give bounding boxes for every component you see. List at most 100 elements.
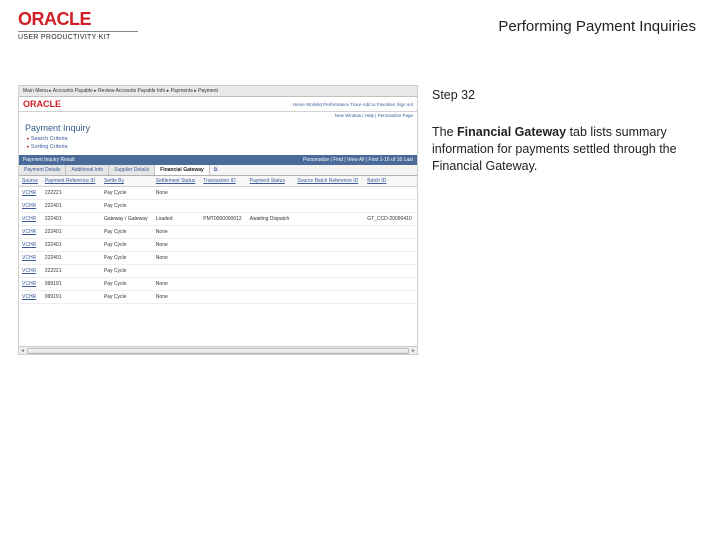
scrollbar-thumb[interactable] xyxy=(27,348,409,354)
grid-title: Payment Inquiry Result xyxy=(23,157,75,163)
instruction-prefix: The xyxy=(432,125,457,139)
table-row: VCHR222221Pay Cycle xyxy=(19,265,417,278)
table-cell: VCHR xyxy=(19,291,42,304)
document-title: Performing Payment Inquiries xyxy=(138,10,702,35)
section-sorting-criteria: Sorting Criteria xyxy=(19,143,417,151)
table-row: VCHR222401Pay CycleNone xyxy=(19,252,417,265)
tab-additional-info[interactable]: Additional Info xyxy=(66,165,109,175)
table-cell: Pay Cycle xyxy=(101,252,153,265)
table-cell xyxy=(364,265,417,278)
table-cell: VCHR xyxy=(19,252,42,265)
table-cell xyxy=(200,200,246,213)
grid-range: First 1-16 of 16 Last xyxy=(369,157,413,163)
tab-row: Payment Details Additional Info Supplier… xyxy=(19,165,417,176)
table-cell xyxy=(153,200,201,213)
app-logo: ORACLE xyxy=(23,99,61,109)
column-header[interactable]: Source xyxy=(19,176,42,187)
table-cell xyxy=(247,291,295,304)
table-cell: None xyxy=(153,291,201,304)
tab-financial-gateway[interactable]: Financial Gateway xyxy=(155,165,210,175)
table-cell xyxy=(247,265,295,278)
table-cell xyxy=(294,200,364,213)
column-header[interactable]: Batch ID xyxy=(364,176,417,187)
brand-name: ORACLE xyxy=(18,10,138,28)
grid-tools: Personalize | Find | View All | xyxy=(303,157,367,163)
column-header[interactable]: Payment Status xyxy=(247,176,295,187)
table-cell xyxy=(364,239,417,252)
table-cell: Pay Cycle xyxy=(101,265,153,278)
table-cell xyxy=(200,291,246,304)
table-cell: VCHR xyxy=(19,187,42,200)
table-cell xyxy=(294,291,364,304)
scroll-right-icon[interactable]: ► xyxy=(411,348,416,354)
scroll-left-icon[interactable]: ◄ xyxy=(20,348,25,354)
table-row: VCHR222401Pay CycleNone xyxy=(19,226,417,239)
results-table: SourcePayment Reference IDSettle BySettl… xyxy=(19,176,417,304)
table-cell xyxy=(294,226,364,239)
utility-links: New Window | Help | Personalize Page xyxy=(19,112,417,119)
table-cell xyxy=(247,200,295,213)
table-cell: VCHR xyxy=(19,226,42,239)
table-cell: 222401 xyxy=(42,213,101,226)
table-cell: GT_CCD-20090410 xyxy=(364,213,417,226)
grid-header-bar: Payment Inquiry Result Personalize | Fin… xyxy=(19,155,417,165)
tab-payment-details[interactable]: Payment Details xyxy=(19,165,66,175)
table-cell xyxy=(294,278,364,291)
table-cell: Pay Cycle xyxy=(101,187,153,200)
table-cell xyxy=(364,200,417,213)
table-cell xyxy=(247,187,295,200)
table-row: VCHR222401Gateway / GatewayLoadedPMT0000… xyxy=(19,213,417,226)
table-cell: 999191 xyxy=(42,291,101,304)
table-cell: Loaded xyxy=(153,213,201,226)
table-cell: 222401 xyxy=(42,239,101,252)
table-cell: None xyxy=(153,226,201,239)
column-header[interactable]: Payment Reference ID xyxy=(42,176,101,187)
table-cell: 222401 xyxy=(42,200,101,213)
table-cell xyxy=(247,239,295,252)
expand-icon[interactable]: ⧉ xyxy=(210,165,222,175)
table-row: VCHR999191Pay CycleNone xyxy=(19,278,417,291)
table-cell: Pay Cycle xyxy=(101,291,153,304)
top-links: Home Worklist Performance Trace Add to F… xyxy=(293,102,413,107)
table-cell xyxy=(153,265,201,278)
column-header[interactable]: Transaction ID xyxy=(200,176,246,187)
table-row: VCHR999191Pay CycleNone xyxy=(19,291,417,304)
table-cell xyxy=(294,252,364,265)
brand-product: USER PRODUCTIVITY KIT xyxy=(18,31,138,41)
table-cell: 222221 xyxy=(42,187,101,200)
table-cell: VCHR xyxy=(19,265,42,278)
table-cell: None xyxy=(153,239,201,252)
table-cell: VCHR xyxy=(19,213,42,226)
horizontal-scrollbar[interactable]: ◄ ► xyxy=(19,346,417,354)
table-cell: None xyxy=(153,278,201,291)
page-title: Payment Inquiry xyxy=(19,119,417,135)
tab-supplier-details[interactable]: Supplier Details xyxy=(109,165,155,175)
instruction-text: The Financial Gateway tab lists summary … xyxy=(432,124,702,175)
table-cell xyxy=(294,265,364,278)
table-row: VCHR222221Pay CycleNone xyxy=(19,187,417,200)
table-cell: Pay Cycle xyxy=(101,278,153,291)
table-cell xyxy=(200,187,246,200)
table-cell xyxy=(200,252,246,265)
table-cell: VCHR xyxy=(19,239,42,252)
table-cell: Pay Cycle xyxy=(101,200,153,213)
table-cell xyxy=(247,278,295,291)
step-label: Step 32 xyxy=(432,87,702,104)
column-header[interactable]: Source Batch Reference ID xyxy=(294,176,364,187)
table-cell: Awaiting Dispatch xyxy=(247,213,295,226)
table-cell: None xyxy=(153,187,201,200)
table-cell xyxy=(364,291,417,304)
table-cell xyxy=(247,252,295,265)
column-header[interactable]: Settlement Status xyxy=(153,176,201,187)
table-row: VCHR222401Pay CycleNone xyxy=(19,239,417,252)
table-cell xyxy=(294,213,364,226)
table-cell: VCHR xyxy=(19,278,42,291)
embedded-screenshot: Main Menu ▸ Accounts Payable ▸ Review Ac… xyxy=(18,85,418,355)
section-search-criteria: Search Criteria xyxy=(19,135,417,143)
table-cell: None xyxy=(153,252,201,265)
table-cell xyxy=(364,252,417,265)
table-cell xyxy=(200,239,246,252)
table-cell: 222401 xyxy=(42,226,101,239)
column-header[interactable]: Settle By xyxy=(101,176,153,187)
table-cell xyxy=(247,226,295,239)
